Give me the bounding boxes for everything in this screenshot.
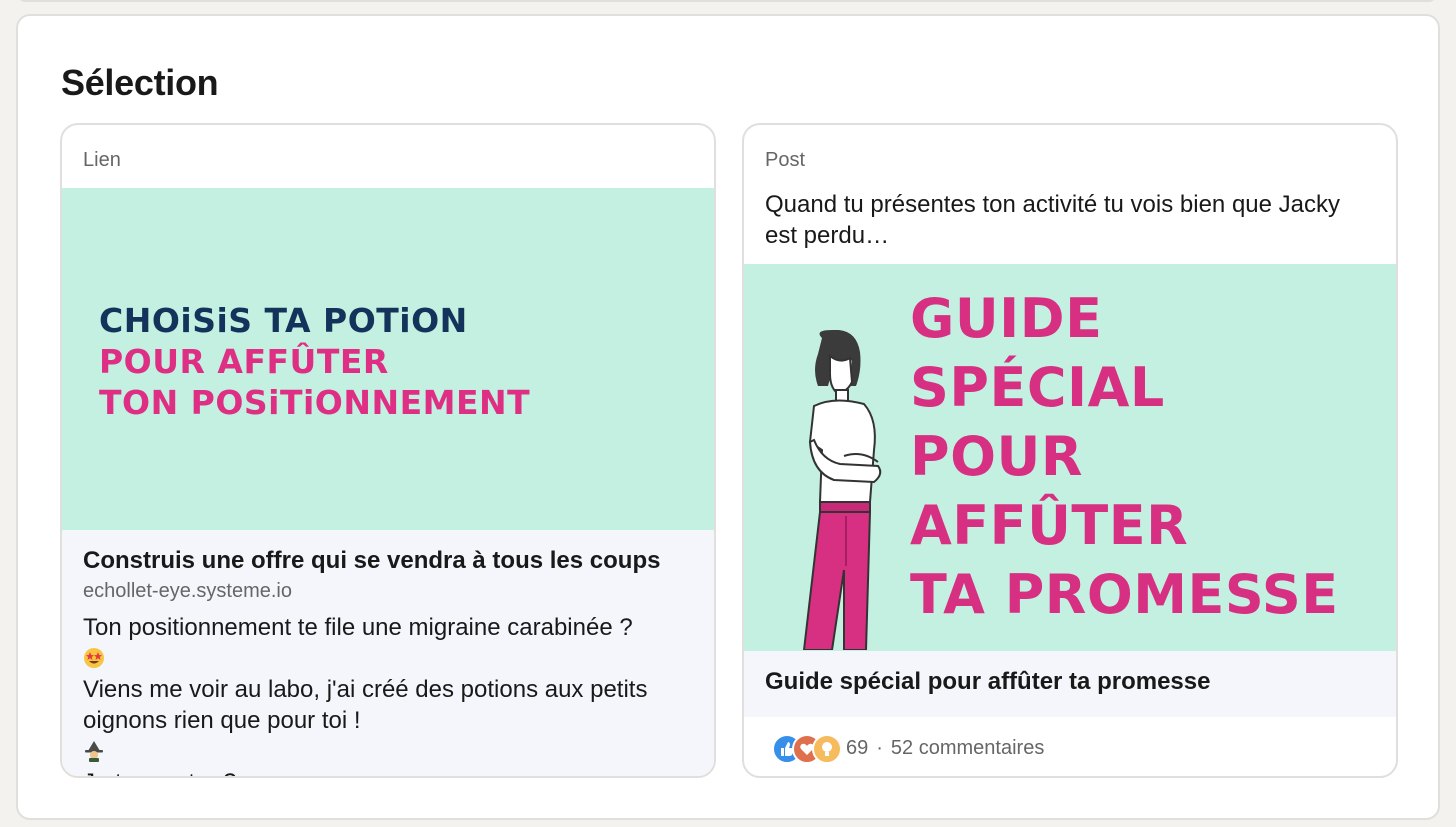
link-details[interactable]: Construis une offre qui se vendra à tous… (62, 530, 714, 776)
post-text: Quand tu présentes ton activité tu vois … (765, 191, 1341, 249)
description-line (83, 643, 703, 674)
star-struck-emoji-icon (84, 648, 104, 668)
reaction-icons[interactable] (772, 734, 842, 764)
description-line: Viens me voir au labo, j'ai créé des pot… (83, 676, 648, 734)
section-title: Sélection (61, 62, 219, 103)
image-headline-line: TON POSiTiONNEMENT (99, 383, 531, 422)
card-type-label: Lien (83, 149, 121, 171)
image-headline-line: GUIDE (910, 287, 1103, 350)
image-headline-line: CHOiSiS TA POTiON (99, 301, 468, 340)
description-line: Je te montre ? (83, 736, 703, 776)
social-counts[interactable]: 69 · 52 commentaires (772, 733, 1044, 764)
link-title[interactable]: Construis une offre qui se vendra à tous… (83, 547, 660, 575)
reaction-count[interactable]: 69 (846, 737, 868, 760)
image-headline: CHOiSiS TA POTiON POUR AFFÛTER TON POSiT… (99, 300, 530, 423)
card-type-label: Post (765, 149, 806, 171)
link-domain: echollet-eye.systeme.io (83, 580, 292, 602)
link-description: Ton positionnement te file une migraine … (83, 612, 703, 776)
insightful-icon (812, 734, 842, 764)
selection-section: Sélection Lien CHOiSiS TA POTiON POUR AF… (16, 14, 1440, 820)
post-card[interactable]: Post Quand tu présentes ton activité tu … (742, 123, 1398, 778)
image-headline-line: POUR (910, 425, 1083, 488)
link-card[interactable]: Lien CHOiSiS TA POTiON POUR AFFÛTER TON … (60, 123, 716, 778)
post-image[interactable]: GUIDE SPÉCIAL POUR AFFÛTER TA PROMESSE (744, 264, 1396, 651)
separator-dot: · (876, 736, 883, 759)
image-headline: GUIDE SPÉCIAL POUR AFFÛTER TA PROMESSE (910, 284, 1339, 629)
previous-section-edge (18, 0, 1436, 2)
comments-count[interactable]: 52 commentaires (891, 737, 1044, 760)
post-title[interactable]: Guide spécial pour affûter ta promesse (765, 668, 1210, 696)
image-headline-line: AFFÛTER (910, 494, 1189, 557)
witch-emoji-icon (85, 741, 103, 762)
image-headline-line: TA PROMESSE (910, 563, 1339, 626)
link-preview-image[interactable]: CHOiSiS TA POTiON POUR AFFÛTER TON POSiT… (62, 188, 714, 530)
description-text: Je te montre ? (83, 767, 703, 776)
person-illustration (802, 330, 882, 650)
description-line: Ton positionnement te file une migraine … (83, 614, 633, 641)
image-headline-line: POUR AFFÛTER (99, 342, 389, 381)
post-title-bar[interactable]: Guide spécial pour affûter ta promesse (744, 651, 1396, 717)
image-headline-line: SPÉCIAL (910, 356, 1165, 419)
